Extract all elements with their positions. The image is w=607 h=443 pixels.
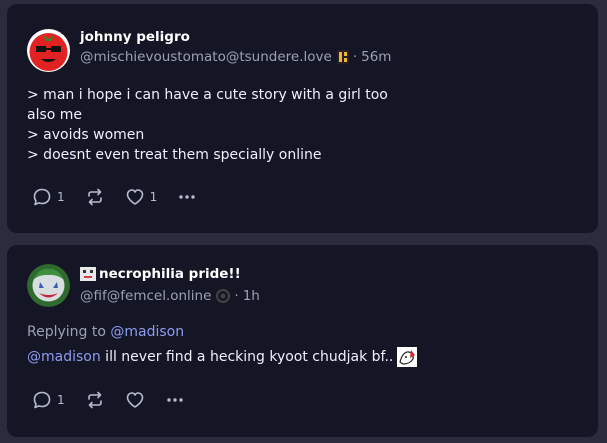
- body-mention[interactable]: @madison: [27, 347, 101, 367]
- instance-icon: [336, 50, 349, 64]
- reply-icon: [33, 391, 51, 409]
- like-button[interactable]: 1: [125, 187, 158, 207]
- heart-icon: [126, 189, 143, 205]
- post-actions: 1: [32, 390, 205, 410]
- content-line: also me: [27, 107, 83, 123]
- more-button[interactable]: [165, 390, 185, 410]
- reply-icon: [33, 188, 51, 206]
- replying-label: Replying to: [27, 324, 106, 340]
- author-name-row: necrophilia pride!!: [80, 266, 241, 282]
- content-line: > doesnt even treat them specially onlin…: [27, 147, 322, 163]
- post-card[interactable]: johnny peligro @mischievoustomato@tsunde…: [7, 4, 598, 233]
- post-card[interactable]: necrophilia pride!! @fif@femcel.online ·…: [7, 245, 598, 437]
- meta-separator: ·: [234, 288, 239, 304]
- instance-icon: [216, 289, 231, 303]
- post-time[interactable]: 1h: [243, 288, 260, 304]
- repeat-button[interactable]: [85, 187, 105, 207]
- repeat-button[interactable]: [85, 390, 105, 410]
- meta-separator: ·: [352, 49, 358, 65]
- replying-to: Replying to @madison: [27, 324, 184, 340]
- repeat-icon: [87, 188, 102, 206]
- author-name[interactable]: necrophilia pride!!: [99, 266, 241, 282]
- author-name[interactable]: johnny peligro: [80, 29, 190, 45]
- post-time[interactable]: 56m: [361, 49, 391, 65]
- post-content: @madison ill never find a hecking kyoot …: [27, 347, 418, 367]
- custom-emoji-icon: [397, 347, 418, 367]
- clown-avatar-icon: [27, 264, 70, 307]
- more-icon: [179, 195, 195, 199]
- skull-emoji-icon: [80, 267, 96, 281]
- post-actions: 1 1: [32, 187, 217, 207]
- replying-mention[interactable]: @madison: [110, 324, 184, 340]
- reply-count: 1: [57, 393, 65, 407]
- like-count: 1: [149, 190, 158, 204]
- post-meta: @mischievoustomato@tsundere.love · 56m: [80, 49, 391, 65]
- avatar[interactable]: [27, 29, 70, 72]
- body-text: ill never find a hecking kyoot chudjak b…: [100, 349, 394, 365]
- repeat-icon: [87, 391, 102, 409]
- reply-count: 1: [57, 190, 65, 204]
- heart-icon: [126, 392, 143, 408]
- tomato-avatar-icon: [27, 29, 70, 72]
- reply-button[interactable]: 1: [32, 187, 65, 207]
- avatar[interactable]: [27, 264, 70, 307]
- more-icon: [166, 398, 183, 402]
- author-handle[interactable]: @mischievoustomato@tsundere.love: [80, 49, 332, 65]
- author-handle[interactable]: @fif@femcel.online: [80, 288, 211, 304]
- like-button[interactable]: [125, 390, 145, 410]
- content-line: > man i hope i can have a cute story wit…: [27, 87, 388, 103]
- post-meta: @fif@femcel.online · 1h: [80, 288, 260, 304]
- post-content: > man i hope i can have a cute story wit…: [27, 85, 388, 165]
- content-line: > avoids women: [27, 127, 145, 143]
- more-button[interactable]: [177, 187, 197, 207]
- reply-button[interactable]: 1: [32, 390, 65, 410]
